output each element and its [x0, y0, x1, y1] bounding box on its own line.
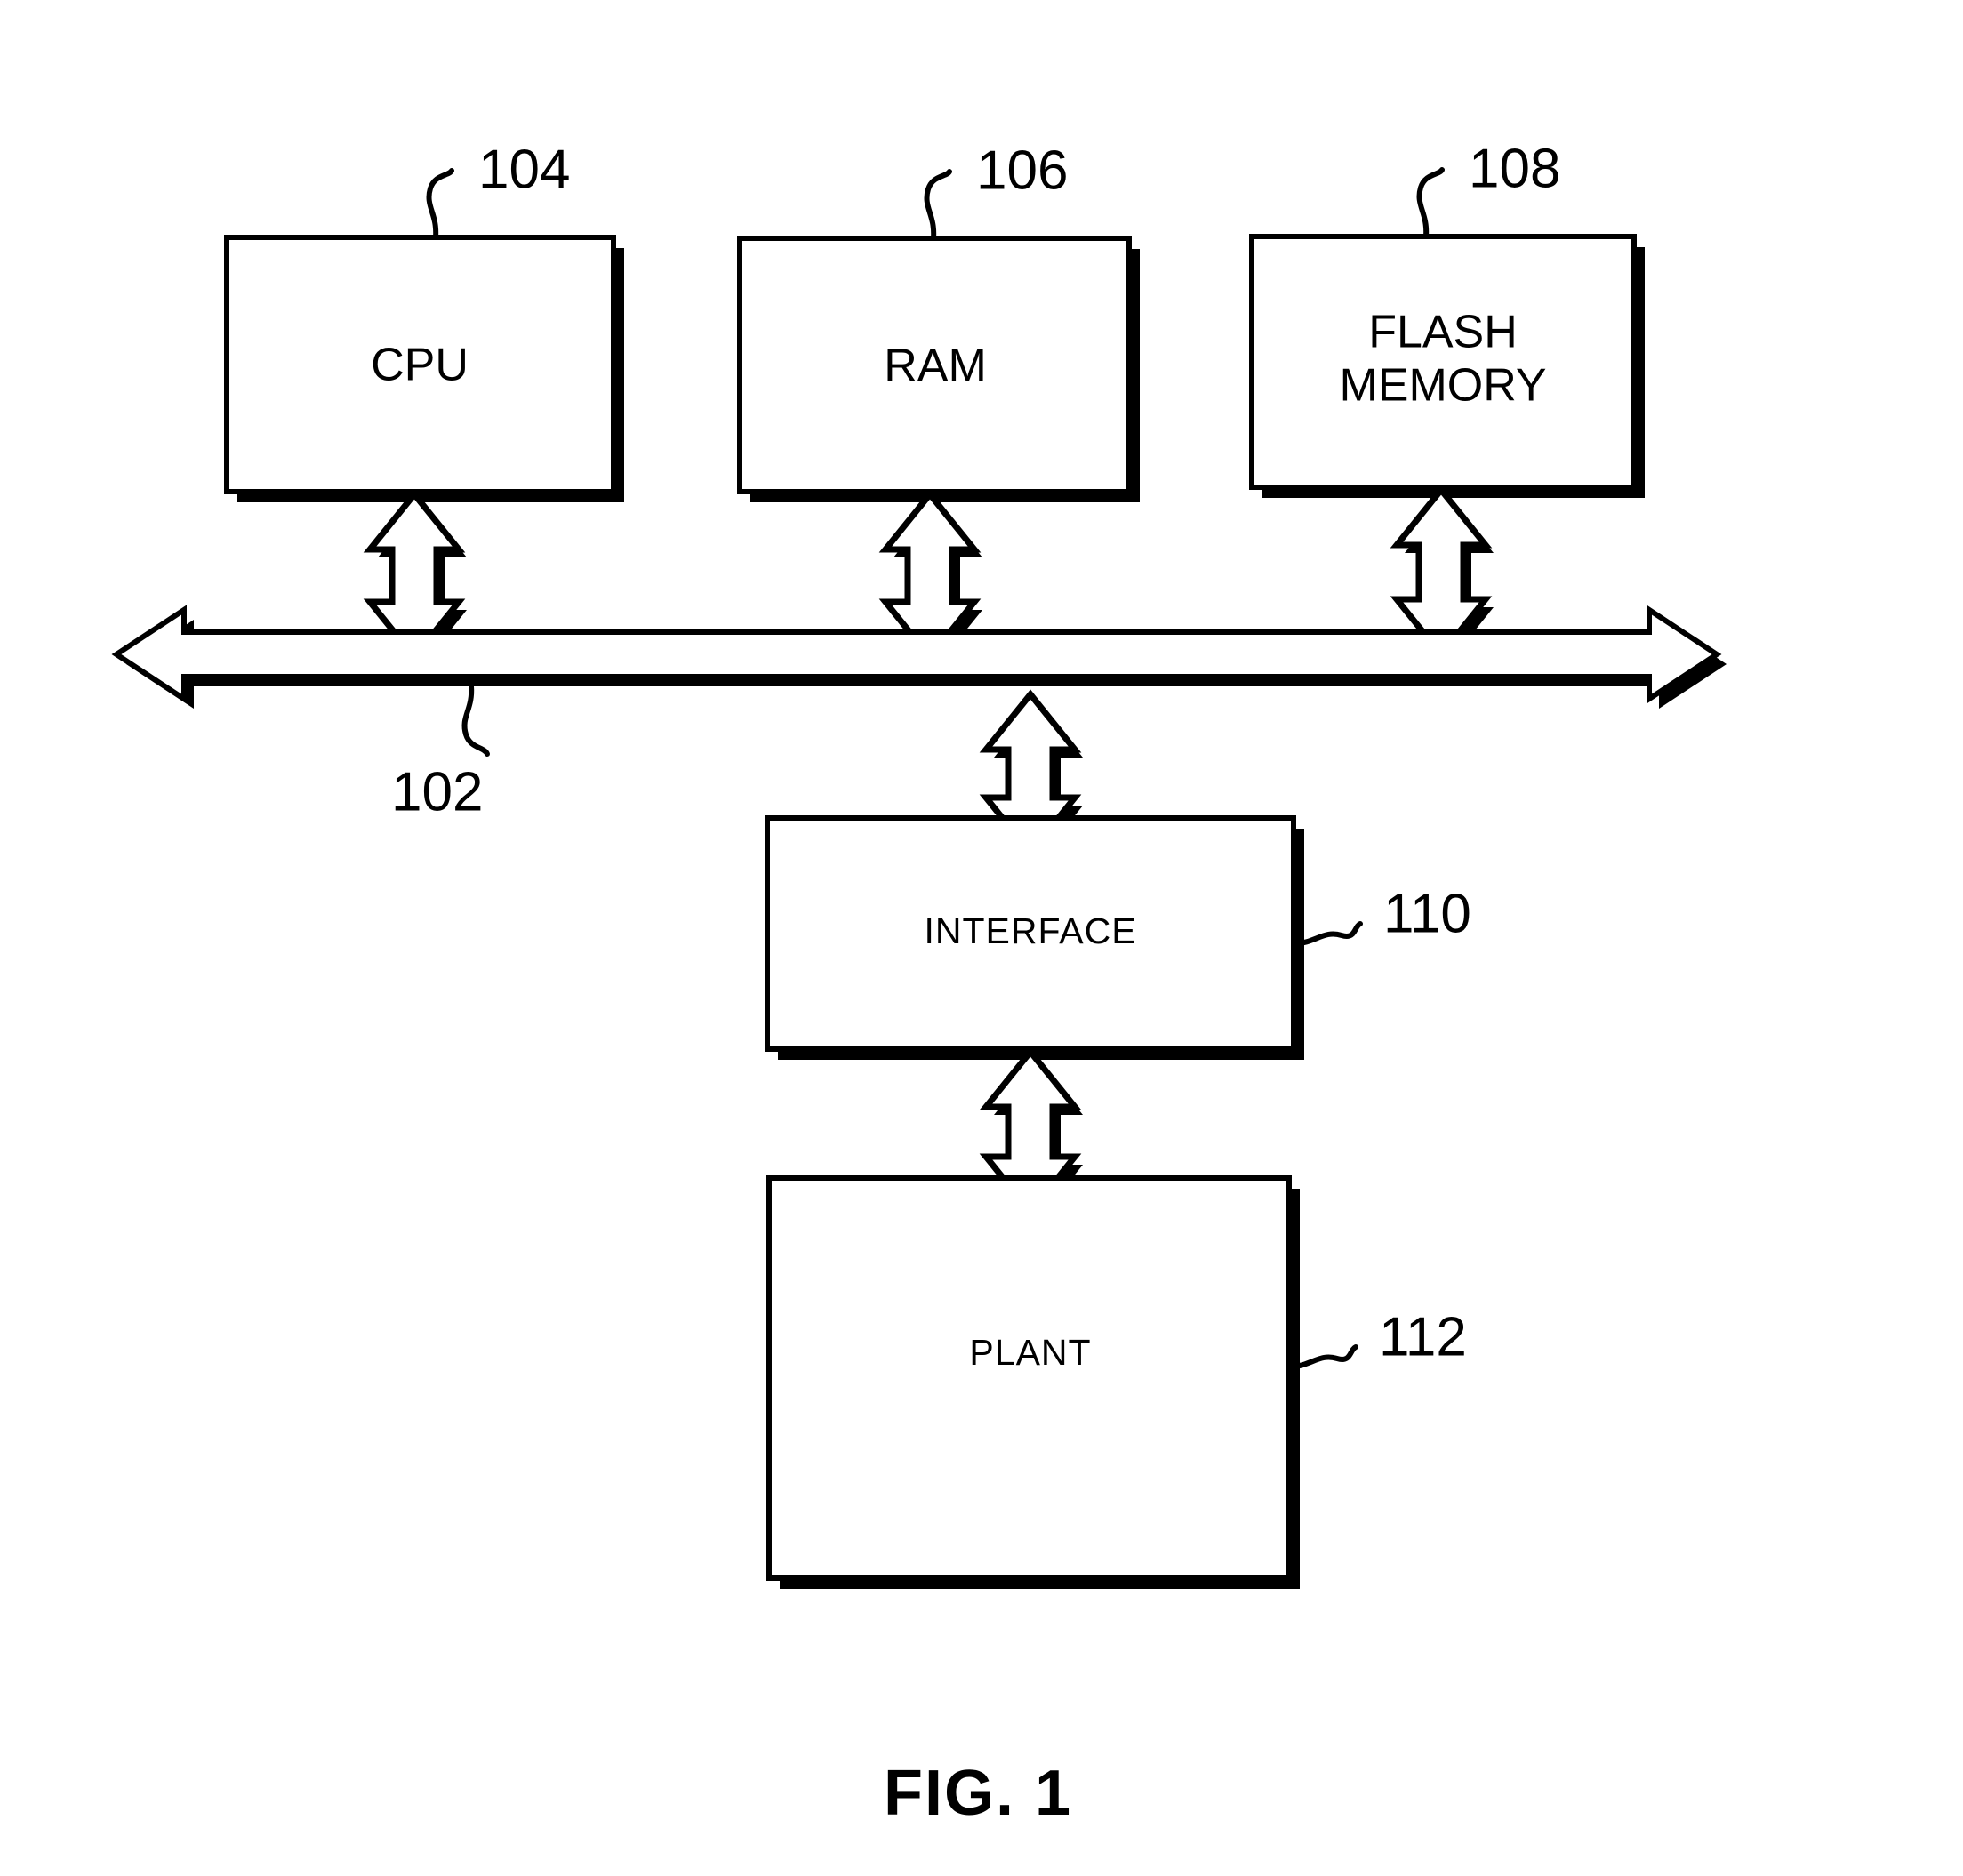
ram-ref-leader-line — [924, 169, 952, 241]
bus-ref-number: 102 — [391, 761, 483, 822]
cpu-ref-leader-group: 104 — [426, 139, 570, 240]
flash-ref-number: 108 — [1469, 138, 1560, 199]
diagram-canvas: CPU 104 RAM 106 FLASH MEMORY 108 102 INT… — [111, 138, 1727, 1829]
interface-ref-leader-group: 110 — [1291, 883, 1471, 947]
interface-label: INTERFACE — [924, 910, 1136, 951]
block-plant: PLANT — [766, 1175, 1300, 1589]
plant-box-fill — [769, 1178, 1289, 1578]
flash-ref-leader-group: 108 — [1416, 138, 1560, 239]
figure-1-block-diagram: CPU 104 RAM 106 FLASH MEMORY 108 102 INT… — [0, 0, 1963, 1876]
ram-ref-number: 106 — [976, 140, 1068, 201]
bus-ref-leader-line — [461, 684, 490, 757]
block-flash-memory: FLASH MEMORY — [1249, 234, 1645, 498]
flash-label-line1: FLASH — [1368, 307, 1518, 358]
flash-ref-leader-line — [1416, 167, 1445, 239]
cpu-ref-leader-line — [426, 168, 454, 240]
block-ram: RAM — [737, 236, 1140, 502]
figure-caption: FIG. 1 — [884, 1758, 1072, 1829]
ram-ref-leader-group: 106 — [924, 140, 1068, 241]
plant-ref-leader-group: 112 — [1286, 1306, 1467, 1370]
plant-label: PLANT — [969, 1332, 1091, 1373]
block-interface: INTERFACE — [765, 815, 1304, 1060]
block-cpu: CPU — [224, 235, 624, 502]
bus-ref-leader-group: 102 — [391, 684, 490, 822]
interface-ref-number: 110 — [1383, 883, 1471, 944]
cpu-ref-number: 104 — [478, 139, 570, 200]
cpu-label: CPU — [371, 340, 469, 391]
ram-label: RAM — [884, 341, 987, 392]
plant-ref-number: 112 — [1379, 1306, 1467, 1367]
flash-label-line2: MEMORY — [1339, 360, 1546, 412]
